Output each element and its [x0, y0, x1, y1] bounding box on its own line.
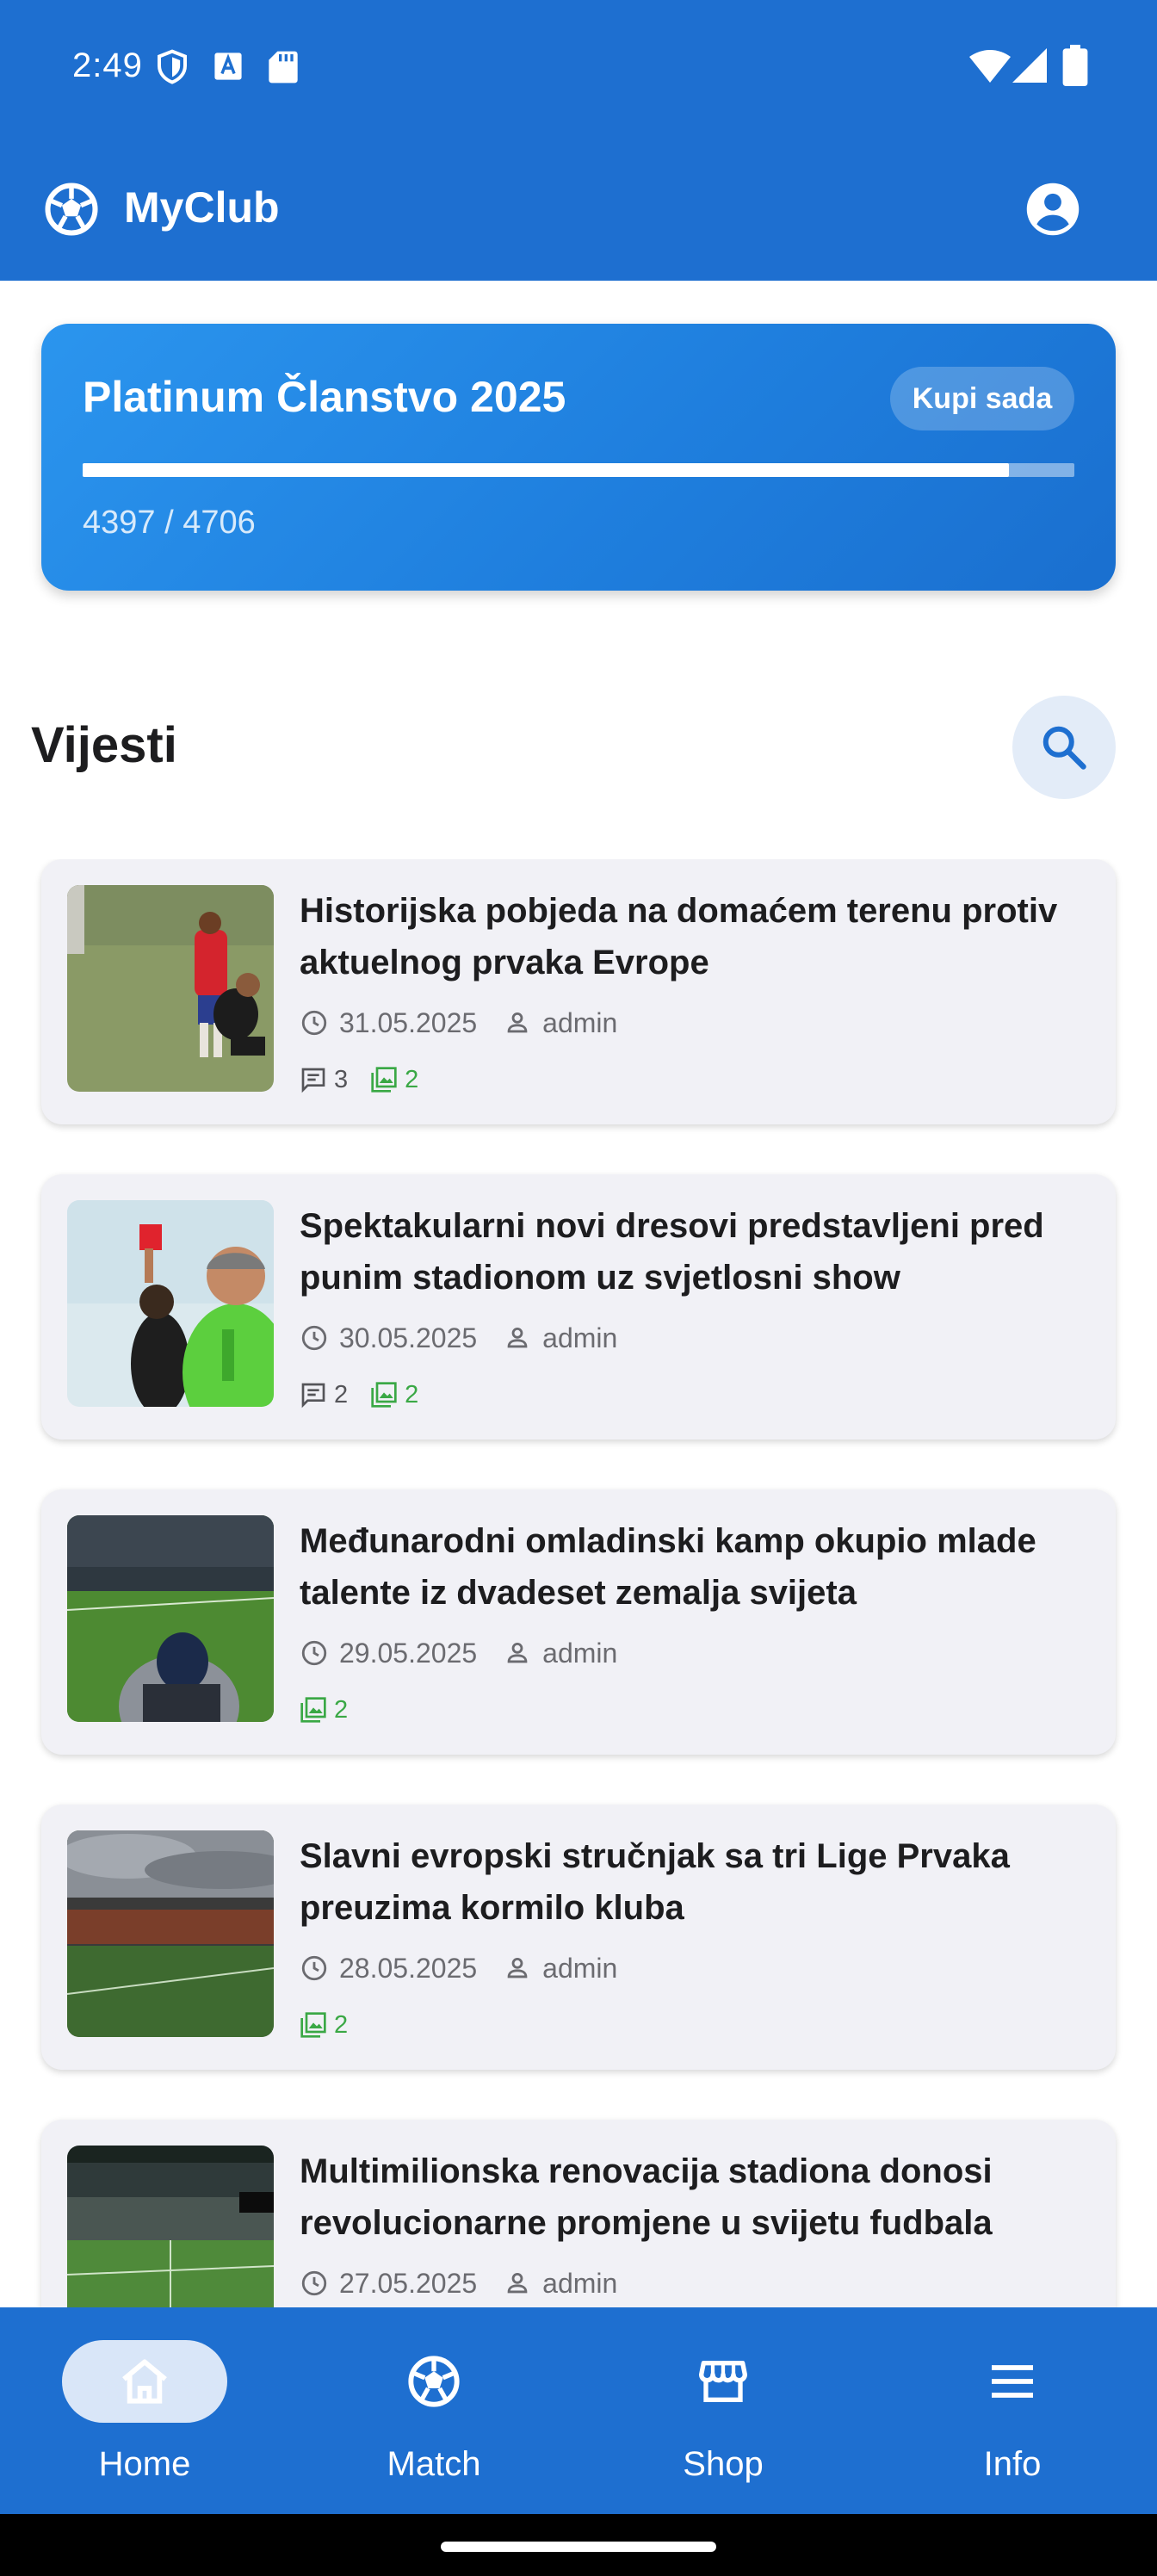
news-thumbnail — [67, 1515, 274, 1722]
menu-icon — [992, 2365, 1033, 2398]
top-app-bar: 2:49 MyClub — [0, 0, 1157, 281]
nav-item-info[interactable]: Info — [868, 2307, 1157, 2514]
news-thumbnail — [67, 1200, 274, 1407]
news-headline: Historijska pobjeda na domaćem terenu pr… — [300, 892, 1058, 981]
clock-icon — [301, 1010, 327, 1036]
nav-item-match[interactable]: Match — [289, 2307, 578, 2514]
home-icon — [122, 2359, 167, 2404]
news-meta: 29.05.2025 admin — [300, 1634, 617, 1672]
news-date: 30.05.2025 — [339, 1322, 478, 1353]
app-title: MyClub — [124, 183, 280, 232]
membership-progress-fill — [83, 463, 1010, 477]
person-icon — [507, 1012, 528, 1033]
photo-library-icon — [300, 2012, 326, 2038]
news-headline: Spektakularni novi dresovi predstavljeni… — [300, 1207, 1044, 1297]
news-stats: 2 — [300, 2008, 370, 2042]
person-icon — [507, 2272, 528, 2294]
clock-icon — [301, 2270, 327, 2296]
photo-library-icon — [300, 1697, 326, 1723]
stadium-cloudy-sky-photo — [67, 1830, 274, 2037]
comment-count: 2 — [300, 1381, 348, 1409]
news-author: admin — [542, 1322, 618, 1353]
status-time: 2:49 — [72, 46, 143, 84]
news-stats: 3 2 — [300, 1062, 441, 1097]
news-section-title: Vijesti — [31, 717, 177, 773]
news-thumbnail — [67, 1830, 274, 2037]
nav-item-home[interactable]: Home — [0, 2307, 289, 2514]
youth-player-and-referee-photo — [67, 885, 274, 1092]
fan-in-stadium-photo — [67, 1515, 274, 1722]
news-meta: 30.05.2025 admin — [300, 1319, 617, 1357]
nav-label: Match — [387, 2445, 481, 2483]
image-count: 2 — [300, 1696, 348, 1725]
news-date: 28.05.2025 — [339, 1952, 478, 1984]
shield-icon — [158, 49, 187, 84]
news-date: 29.05.2025 — [339, 1637, 478, 1669]
news-thumbnail — [67, 885, 274, 1092]
person-icon — [507, 1957, 528, 1978]
membership-title: Platinum Članstvo 2025 — [83, 373, 566, 421]
a-box-icon — [214, 53, 242, 80]
news-item[interactable]: Spektakularni novi dresovi predstavljeni… — [41, 1174, 1116, 1440]
news-headline: Slavni evropski stručnjak sa tri Lige Pr… — [300, 1837, 1010, 1927]
news-meta: 28.05.2025 admin — [300, 1949, 617, 1987]
clock-icon — [301, 1955, 327, 1981]
nav-label: Home — [98, 2445, 191, 2483]
news-headline: Međunarodni omladinski kamp okupio mlade… — [300, 1522, 1036, 1612]
news-date: 27.05.2025 — [339, 2267, 478, 2299]
news-author: admin — [542, 2267, 618, 2299]
image-count: 2 — [370, 1381, 418, 1409]
news-date: 31.05.2025 — [339, 1006, 478, 1038]
soccer-ball-icon — [45, 183, 98, 236]
nav-label: Info — [983, 2445, 1042, 2483]
news-thumbnail — [67, 2146, 274, 2307]
nav-label: Shop — [683, 2445, 764, 2483]
news-item[interactable]: Historijska pobjeda na domaćem terenu pr… — [41, 859, 1116, 1124]
comment-count: 3 — [300, 1066, 348, 1094]
account-circle-icon[interactable] — [1024, 181, 1081, 238]
sd-card-icon — [269, 51, 298, 84]
signal-icon — [1012, 48, 1047, 83]
news-item[interactable]: Međunarodni omladinski kamp okupio mlade… — [41, 1489, 1116, 1755]
person-icon — [507, 1642, 528, 1663]
search-icon — [1043, 726, 1086, 770]
soccer-ball-icon — [408, 2356, 460, 2407]
search-button[interactable] — [1012, 696, 1116, 799]
clock-icon — [301, 1325, 327, 1351]
news-item[interactable]: Multimilionska renovacija stadiona donos… — [41, 2120, 1116, 2307]
news-meta: 31.05.2025 admin — [300, 1004, 617, 1042]
image-count: 2 — [370, 1066, 418, 1094]
news-stats: 2 2 — [300, 1378, 441, 1412]
gesture-handle[interactable] — [441, 2542, 716, 2552]
image-count: 2 — [300, 2011, 348, 2040]
news-author: admin — [542, 1952, 618, 1984]
buy-now-button[interactable]: Kupi sada — [890, 367, 1074, 430]
stadium-night-scoreboard-photo — [67, 2146, 274, 2307]
person-icon — [507, 1327, 528, 1348]
news-author: admin — [542, 1637, 618, 1669]
gesture-navigation-area — [0, 2514, 1157, 2576]
news-list: Historijska pobjeda na domaćem terenu pr… — [0, 859, 1157, 2307]
app-screen: 2:49 MyClub Platinum Članstvo 2025 Kupi … — [0, 0, 1157, 2576]
photo-library-icon — [371, 1382, 397, 1408]
nav-item-shop[interactable]: Shop — [578, 2307, 868, 2514]
news-author: admin — [542, 1006, 618, 1038]
membership-card: Platinum Članstvo 2025 Kupi sada 4397 / … — [41, 324, 1116, 591]
membership-progress-text: 4397 / 4706 — [83, 505, 256, 541]
storefront-icon — [699, 2361, 747, 2402]
comment-icon — [301, 1383, 325, 1409]
battery-icon — [1062, 45, 1088, 86]
news-item[interactable]: Slavni evropski stručnjak sa tri Lige Pr… — [41, 1805, 1116, 2070]
comment-icon — [301, 1068, 325, 1093]
membership-progress-bar — [83, 463, 1074, 477]
news-headline: Multimilionska renovacija stadiona donos… — [300, 2152, 993, 2242]
news-stats: 2 — [300, 1693, 370, 1727]
photo-library-icon — [371, 1067, 397, 1093]
status-bar: 2:49 — [0, 0, 1157, 138]
referee-red-card-photo — [67, 1200, 274, 1407]
news-meta: 27.05.2025 admin — [300, 2264, 617, 2302]
wifi-icon — [969, 50, 1011, 83]
bottom-navigation: Home Match Shop Info — [0, 2307, 1157, 2514]
clock-icon — [301, 1640, 327, 1666]
